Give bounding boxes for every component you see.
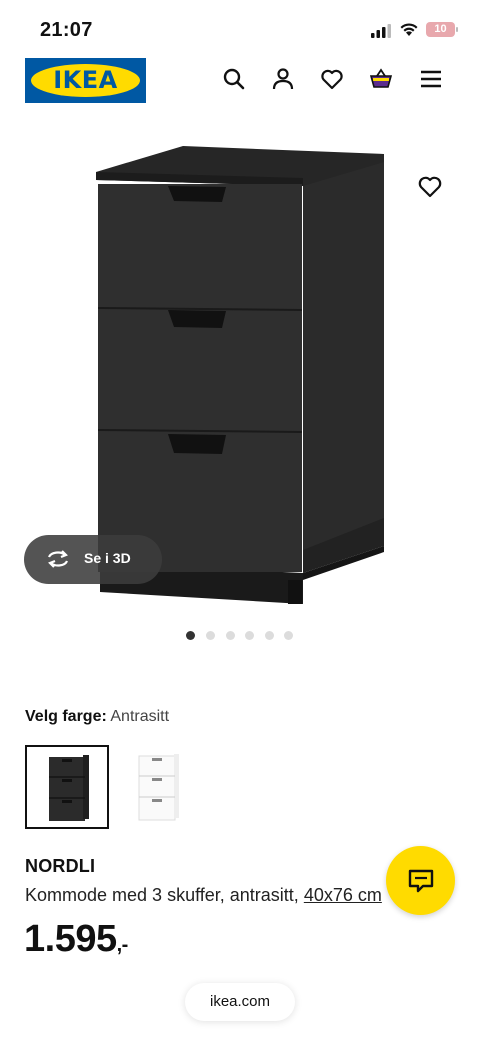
product-price: 1.595,-: [24, 918, 128, 961]
status-bar: 21:07 10: [0, 0, 480, 58]
gallery-dot[interactable]: [265, 631, 274, 640]
price-suffix: ,-: [116, 934, 129, 956]
logo-text: IKEA: [53, 66, 118, 94]
wifi-icon: [400, 23, 418, 36]
user-icon[interactable]: [270, 66, 296, 92]
chat-icon: [408, 869, 434, 893]
status-time: 21:07: [40, 19, 93, 41]
site-header: IKEA: [0, 58, 480, 108]
ikea-logo[interactable]: IKEA: [25, 58, 146, 103]
menu-icon[interactable]: [418, 66, 444, 92]
basket-icon[interactable]: [368, 66, 394, 92]
gallery-dot[interactable]: [284, 631, 293, 640]
view-in-3d-label: Se i 3D: [84, 550, 131, 566]
browser-url-bar[interactable]: ikea.com: [185, 983, 295, 1021]
search-icon[interactable]: [221, 66, 247, 92]
heart-icon[interactable]: [319, 66, 345, 92]
dresser-thumbnail-black: [49, 755, 89, 821]
rotate-3d-icon: [47, 550, 69, 568]
color-label: Velg farge:: [25, 708, 107, 725]
color-option-hvit[interactable]: [117, 745, 201, 829]
product-description-text: Kommode med 3 skuffer, antrasitt,: [25, 885, 299, 905]
price-value: 1.595: [24, 918, 117, 960]
product-description: Kommode med 3 skuffer, antrasitt, 40x76 …: [25, 885, 405, 906]
color-option-antrasitt[interactable]: [25, 745, 109, 829]
selected-color: Antrasitt: [110, 708, 170, 725]
view-in-3d-button[interactable]: Se i 3D: [24, 535, 162, 584]
gallery-dot[interactable]: [206, 631, 215, 640]
dresser-thumbnail-white: [138, 754, 179, 821]
gallery-dot[interactable]: [226, 631, 235, 640]
product-name: NORDLI: [25, 856, 96, 876]
gallery-dot[interactable]: [186, 631, 195, 640]
chat-button[interactable]: [386, 846, 455, 915]
cellular-signal-icon: [371, 24, 391, 38]
gallery-dot[interactable]: [245, 631, 254, 640]
product-size-link[interactable]: 40x76 cm: [304, 885, 382, 905]
add-to-favorites-icon[interactable]: [416, 172, 444, 200]
color-selector-label: Velg farge: Antrasitt: [25, 708, 169, 726]
battery-indicator: 10: [426, 22, 455, 37]
battery-cap: [456, 27, 458, 32]
